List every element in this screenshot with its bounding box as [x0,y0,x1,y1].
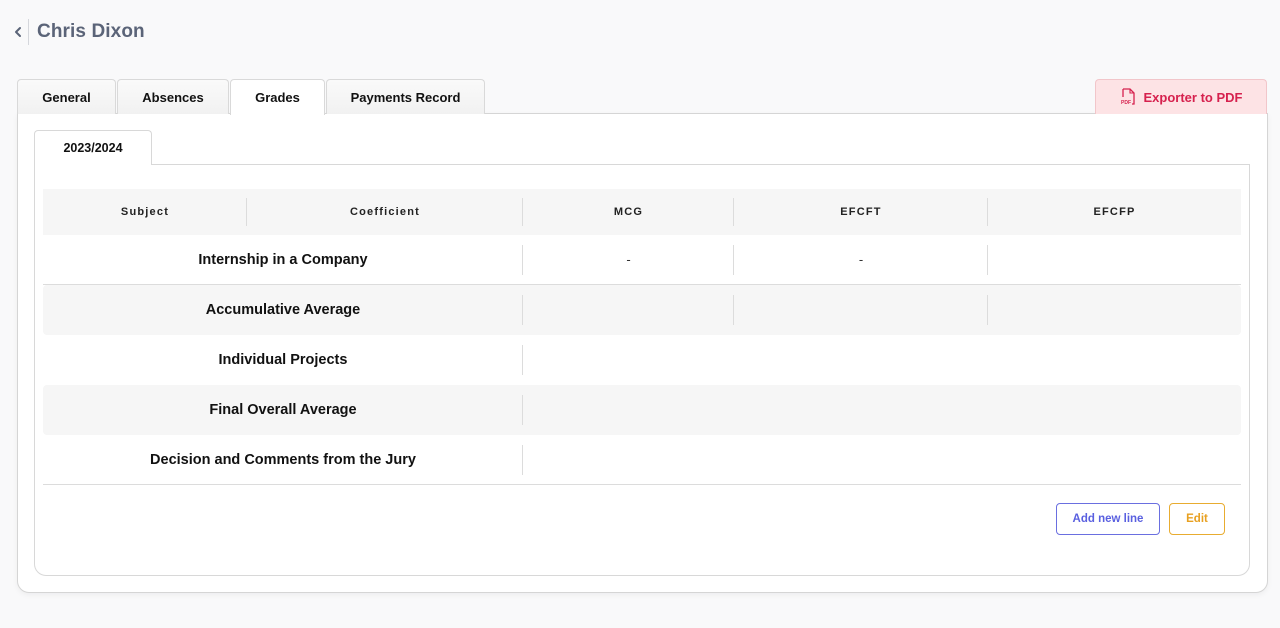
header-divider [28,19,29,45]
page-title: Chris Dixon [37,21,145,42]
table-actions: Add new line Edit [1056,503,1225,535]
mcg-cell: - [523,235,734,285]
efcft-cell [734,285,988,335]
export-pdf-label: Exporter to PDF [1143,89,1243,105]
pdf-file-icon: PDF [1120,88,1136,106]
column-header-mcg: MCG [523,189,734,235]
chevron-left-icon [15,27,21,37]
table-row: Decision and Comments from the Jury [43,435,1241,485]
table-row: Individual Projects [43,335,1241,385]
add-new-line-button[interactable]: Add new line [1056,503,1160,535]
subject-cell: Internship in a Company [43,235,523,285]
tab-year-2023-2024[interactable]: 2023/2024 [34,130,152,165]
column-header-subject: Subject [43,189,247,235]
column-header-coefficient: Coefficient [247,189,523,235]
table-row: Final Overall Average [43,385,1241,435]
edit-button[interactable]: Edit [1169,503,1225,535]
subject-cell: Individual Projects [43,335,523,385]
column-header-efcft: EFCFT [734,189,988,235]
table-row: Internship in a Company - - [43,235,1241,285]
page-header: Chris Dixon [12,18,145,46]
tab-general[interactable]: General [17,79,116,114]
table-header: Subject Coefficient MCG EFCFT EFCFP [43,189,1241,235]
grades-table: Subject Coefficient MCG EFCFT EFCFP Inte… [43,189,1241,485]
mcg-cell [523,285,734,335]
tab-payments-record[interactable]: Payments Record [326,79,485,114]
subject-cell: Decision and Comments from the Jury [43,435,523,485]
subject-cell: Final Overall Average [43,385,523,435]
table-row: Accumulative Average [43,285,1241,335]
svg-text:PDF: PDF [1121,100,1131,106]
tab-grades[interactable]: Grades [230,79,325,115]
export-pdf-button[interactable]: PDF Exporter to PDF [1095,79,1267,114]
main-tabs: General Absences Grades Payments Record [17,79,486,115]
tab-absences[interactable]: Absences [117,79,229,114]
efcfp-cell [988,285,1241,335]
efcft-cell: - [734,235,988,285]
subject-cell: Accumulative Average [43,285,523,335]
back-button[interactable] [12,18,24,46]
efcfp-cell [988,235,1241,285]
column-header-efcfp: EFCFP [1093,206,1136,218]
